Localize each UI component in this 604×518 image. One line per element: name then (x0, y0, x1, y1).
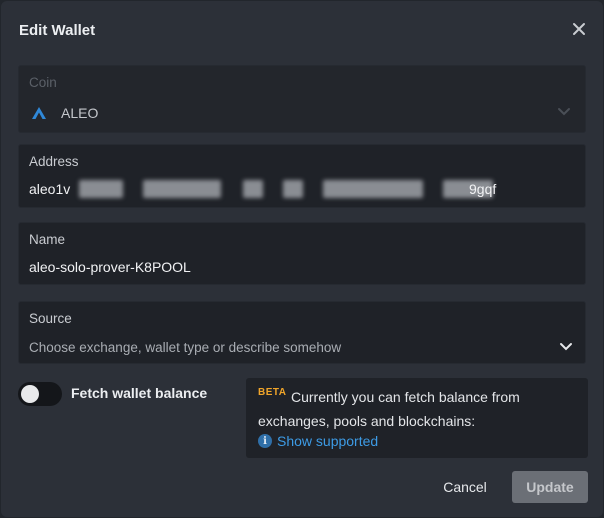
redaction-block (323, 180, 423, 198)
close-icon[interactable] (569, 19, 589, 39)
redaction-block (243, 180, 263, 198)
address-label: Address (29, 154, 79, 169)
name-value[interactable]: aleo-solo-prover-K8POOL (29, 259, 191, 275)
show-supported-link[interactable]: i Show supported (258, 433, 378, 449)
info-text: Currently you can fetch balance from exc… (258, 389, 520, 429)
redaction-block (79, 180, 123, 198)
info-icon: i (258, 434, 272, 448)
update-button[interactable]: Update (512, 471, 588, 503)
beta-info-box: BETA Currently you can fetch balance fro… (246, 378, 588, 458)
aleo-coin-icon (32, 107, 46, 119)
fetch-balance-label: Fetch wallet balance (71, 385, 208, 401)
coin-field: Coin ALEO (18, 65, 586, 133)
cancel-button[interactable]: Cancel (434, 472, 496, 502)
show-supported-label: Show supported (277, 433, 379, 449)
dialog-title: Edit Wallet (19, 22, 96, 39)
address-prefix: aleo1v (29, 181, 71, 197)
coin-label: Coin (29, 75, 57, 90)
name-field[interactable]: Name aleo-solo-prover-K8POOL (18, 222, 586, 285)
chevron-down-icon (558, 108, 570, 116)
source-label: Source (29, 311, 72, 326)
address-suffix: 9gqf (469, 181, 497, 197)
source-select[interactable]: Source Choose exchange, wallet type or d… (18, 301, 586, 364)
chevron-down-icon (560, 343, 572, 351)
toggle-knob (21, 385, 39, 403)
redaction-block (283, 180, 303, 198)
coin-value: ALEO (61, 105, 99, 121)
address-field[interactable]: Address aleo1v 9gqf (18, 144, 586, 208)
fetch-balance-toggle[interactable] (18, 382, 62, 406)
source-placeholder: Choose exchange, wallet type or describe… (29, 340, 342, 355)
redaction-block (143, 180, 221, 198)
edit-wallet-dialog: Edit Wallet Coin ALEO Address aleo1v 9gq… (1, 1, 603, 517)
name-label: Name (29, 232, 66, 247)
